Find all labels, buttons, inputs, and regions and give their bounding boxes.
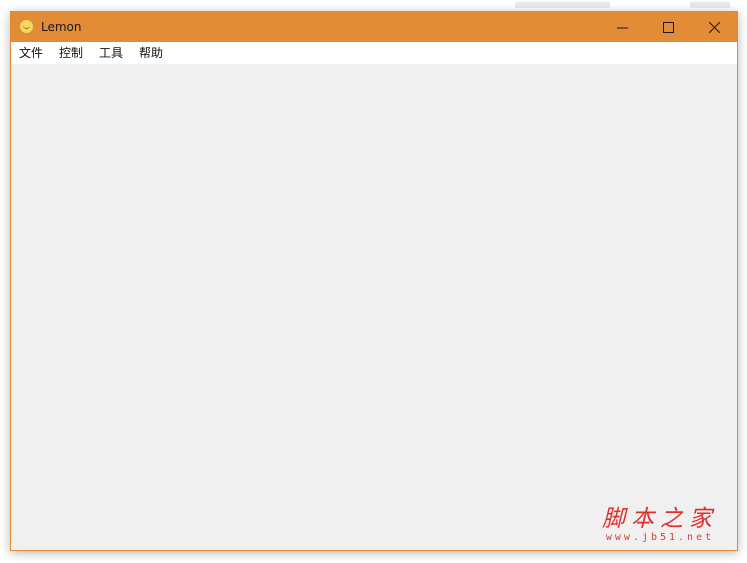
lemon-icon bbox=[19, 19, 34, 34]
menu-bar: 文件 控制 工具 帮助 bbox=[11, 42, 737, 64]
maximize-button[interactable] bbox=[645, 12, 691, 42]
minimize-icon bbox=[616, 27, 628, 28]
watermark: 脚本之家 www.jb51.net bbox=[595, 506, 725, 544]
menu-help[interactable]: 帮助 bbox=[132, 42, 170, 64]
menu-file[interactable]: 文件 bbox=[12, 42, 50, 64]
app-window: Lemon 文件 控制 工具 帮助 脚本之家 www.jb51.net bbox=[10, 11, 738, 551]
title-bar[interactable]: Lemon bbox=[11, 12, 737, 42]
background-ghost-text bbox=[690, 2, 730, 8]
close-icon bbox=[708, 21, 720, 33]
window-title: Lemon bbox=[41, 20, 82, 34]
menu-tools[interactable]: 工具 bbox=[92, 42, 130, 64]
client-area[interactable]: 脚本之家 www.jb51.net bbox=[11, 64, 737, 550]
background-ghost-text bbox=[515, 2, 610, 8]
menu-control[interactable]: 控制 bbox=[52, 42, 90, 64]
watermark-title: 脚本之家 bbox=[602, 506, 718, 532]
minimize-button[interactable] bbox=[599, 12, 645, 42]
maximize-icon bbox=[662, 21, 674, 33]
watermark-url: www.jb51.net bbox=[605, 532, 715, 543]
close-button[interactable] bbox=[691, 12, 737, 42]
